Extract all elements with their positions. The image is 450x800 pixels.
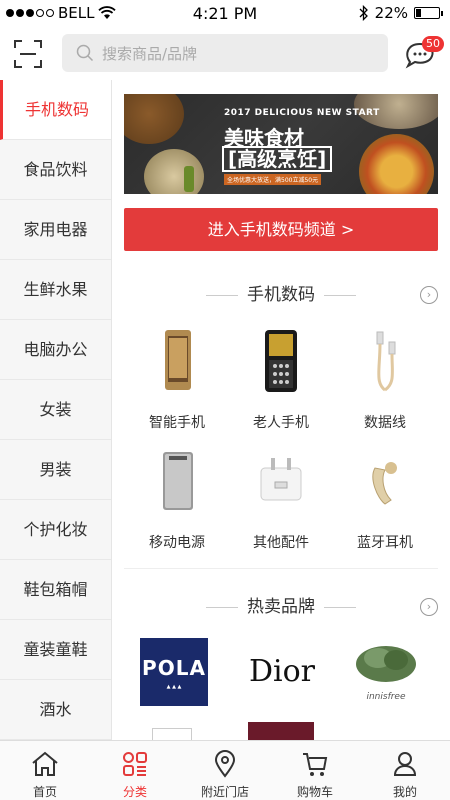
message-count-badge: 50 (422, 36, 444, 52)
brand-pola[interactable]: POLA ▲ ▲ ▲ (140, 638, 220, 708)
pizza-image (359, 134, 434, 194)
home-icon (32, 751, 58, 776)
divider-line (206, 607, 238, 608)
subcategory-bluetooth-earphone[interactable]: 蓝牙耳机 (332, 448, 438, 568)
sidebar-item-alcohol[interactable]: 酒水 (0, 680, 111, 740)
sidebar-item-shoes-bags[interactable]: 鞋包箱帽 (0, 560, 111, 620)
data-cable-image (376, 331, 396, 392)
brand-logo-partial[interactable] (152, 728, 192, 740)
battery-area: 22% (359, 4, 443, 22)
scan-icon (14, 40, 42, 68)
subcategory-accessories[interactable]: 其他配件 (228, 448, 334, 568)
location-pin-icon (214, 750, 236, 778)
sidebar-item-personal-care[interactable]: 个护化妆 (0, 500, 111, 560)
category-icon (123, 752, 147, 776)
sidebar-item-fresh-fruit[interactable]: 生鲜水果 (0, 260, 111, 320)
scan-button[interactable] (12, 38, 44, 70)
power-bank-image (163, 452, 193, 510)
chevron-right-icon[interactable]: › (420, 286, 438, 304)
subcategory-data-cable[interactable]: 数据线 (332, 328, 438, 448)
tab-label: 我的 (392, 785, 417, 799)
subcategory-label: 智能手机 (149, 415, 205, 431)
brand-name: innisfree (366, 692, 406, 702)
sidebar-item-womens[interactable]: 女装 (0, 380, 111, 440)
bluetooth-icon (359, 5, 368, 21)
brand-logo-partial[interactable] (248, 722, 314, 740)
subcategory-label: 数据线 (364, 415, 406, 431)
category-content: 2017 DELICIOUS NEW START 美味食材 [高级烹饪] 全场优… (112, 80, 450, 740)
tab-label: 分类 (122, 785, 147, 799)
food-image (124, 94, 184, 144)
sidebar-item-phones[interactable]: 手机数码 (0, 80, 111, 140)
user-icon (393, 752, 417, 776)
section-header-brands: 热卖品牌 › (124, 592, 438, 622)
smartphone-image (165, 330, 191, 390)
sidebar-item-mens[interactable]: 男装 (0, 440, 111, 500)
senior-phone-image (265, 330, 297, 392)
divider-line (324, 295, 356, 296)
subcategory-senior-phone[interactable]: 老人手机 (228, 328, 334, 448)
pola-logo: POLA ▲ ▲ ▲ (140, 638, 208, 706)
tab-category[interactable]: 分类 (90, 741, 180, 800)
search-icon (76, 44, 94, 62)
subcategory-label: 老人手机 (253, 415, 309, 431)
tab-cart[interactable]: 购物车 (270, 741, 360, 800)
innisfree-logo (356, 646, 416, 682)
brand-innisfree[interactable]: innisfree (348, 638, 428, 708)
tab-home[interactable]: 首页 (0, 741, 90, 800)
divider-line (206, 295, 238, 296)
category-sidebar: 手机数码 食品饮料 家用电器 生鲜水果 电脑办公 女装 男装 个护化妆 鞋包箱帽… (0, 80, 112, 740)
subcategory-label: 其他配件 (253, 535, 309, 551)
section-title: 手机数码 (247, 285, 315, 305)
earphone-image (372, 462, 397, 505)
bottom-tab-bar: 首页 分类 附近门店 购物车 我的 (0, 740, 450, 800)
section-header-phones: 手机数码 › (124, 280, 438, 310)
cart-icon (303, 753, 328, 776)
sidebar-item-appliances[interactable]: 家用电器 (0, 200, 111, 260)
subcategory-power-bank[interactable]: 移动电源 (124, 448, 230, 568)
banner-title-en: 2017 DELICIOUS NEW START (224, 108, 380, 118)
subcategory-label: 蓝牙耳机 (357, 535, 413, 551)
subcategory-smartphone[interactable]: 智能手机 (124, 328, 230, 448)
tab-label: 附近门店 (200, 785, 249, 799)
banner-subtitle: [高级烹饪] (222, 146, 333, 172)
status-bar: BELL 4:21 PM 22% (0, 0, 450, 28)
banner-note: 全场优惠大放送，满500立减50元 (224, 174, 322, 185)
enter-channel-button[interactable]: 进入手机数码频道 > (124, 208, 438, 251)
brand-dior[interactable]: Dior (242, 638, 322, 708)
sidebar-item-food-drinks[interactable]: 食品饮料 (0, 140, 111, 200)
chevron-right-icon[interactable]: › (420, 598, 438, 616)
charger-image (260, 458, 302, 501)
tab-label: 首页 (32, 785, 57, 799)
tab-profile[interactable]: 我的 (360, 741, 450, 800)
divider-line (324, 607, 356, 608)
subcategory-label: 移动电源 (149, 535, 205, 551)
battery-percent: 22% (374, 4, 408, 22)
tab-label: 购物车 (296, 785, 333, 799)
section-divider (124, 568, 438, 569)
brand-name: Dior (248, 654, 316, 689)
search-input[interactable]: 搜索商品/品牌 (62, 34, 388, 72)
sidebar-item-kids[interactable]: 童装童鞋 (0, 620, 111, 680)
food-image (144, 149, 204, 194)
bottle-image (184, 166, 194, 192)
brand-name: POLA (142, 656, 206, 680)
promo-banner[interactable]: 2017 DELICIOUS NEW START 美味食材 [高级烹饪] 全场优… (124, 94, 438, 194)
section-title: 热卖品牌 (247, 597, 315, 617)
tab-nearby-stores[interactable]: 附近门店 (180, 741, 270, 800)
search-placeholder: 搜索商品/品牌 (102, 44, 198, 63)
battery-icon (414, 7, 443, 19)
header: 搜索商品/品牌 50 (0, 28, 450, 80)
sidebar-item-computers[interactable]: 电脑办公 (0, 320, 111, 380)
